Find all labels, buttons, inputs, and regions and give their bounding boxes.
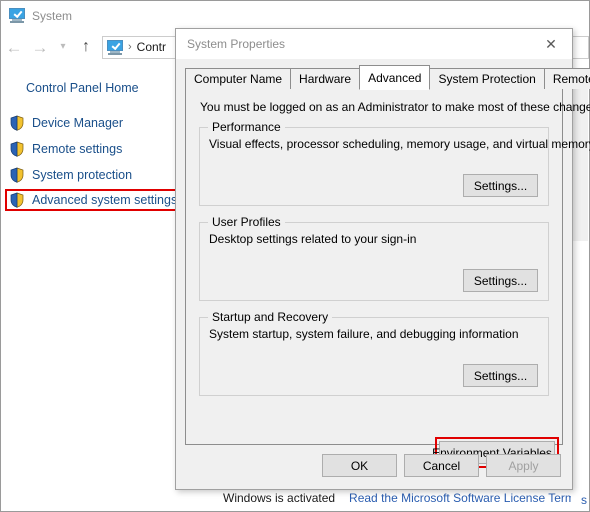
arrow-up-icon[interactable]: ↑ bbox=[73, 33, 99, 61]
sidebar-item-label: Advanced system settings bbox=[32, 193, 178, 207]
tab-hardware[interactable]: Hardware bbox=[290, 68, 361, 89]
administrator-note: You must be logged on as an Administrato… bbox=[200, 100, 590, 114]
user-profiles-group: User Profiles Desktop settings related t… bbox=[199, 215, 549, 301]
left-navigation-pane: Control Panel Home Device Manager Remote… bbox=[1, 69, 193, 511]
sidebar-item-system-protection[interactable]: System protection bbox=[9, 165, 132, 185]
sidebar-item-remote-settings[interactable]: Remote settings bbox=[9, 139, 122, 159]
startup-recovery-settings-button[interactable]: Settings... bbox=[463, 364, 538, 387]
shield-icon bbox=[9, 141, 25, 157]
sidebar-item-label: System protection bbox=[32, 168, 133, 182]
system-window-titlebar: System bbox=[1, 1, 589, 30]
system-window-title: System bbox=[32, 8, 73, 23]
dialog-title: System Properties bbox=[187, 37, 286, 51]
arrow-left-icon[interactable]: ← bbox=[1, 33, 27, 61]
sidebar-item-device-manager[interactable]: Device Manager bbox=[9, 113, 123, 133]
dialog-titlebar: System Properties ✕ bbox=[176, 29, 572, 59]
performance-group-legend: Performance bbox=[208, 120, 285, 134]
startup-recovery-group: Startup and Recovery System startup, sys… bbox=[199, 310, 549, 396]
button-label: Cancel bbox=[422, 458, 461, 473]
system-properties-dialog: System Properties ✕ Computer Name Hardwa… bbox=[175, 28, 590, 490]
performance-description: Visual effects, processor scheduling, me… bbox=[209, 137, 590, 151]
tab-label: System Protection bbox=[438, 72, 536, 86]
tab-label: Advanced bbox=[368, 70, 422, 85]
shield-icon bbox=[9, 167, 25, 183]
arrow-right-icon[interactable]: → bbox=[27, 33, 53, 61]
startup-recovery-description: System startup, system failure, and debu… bbox=[209, 327, 519, 341]
user-profiles-settings-button[interactable]: Settings... bbox=[463, 269, 538, 292]
windows-activation-status: Windows is activated Read the Microsoft … bbox=[193, 489, 571, 507]
tab-advanced[interactable]: Advanced bbox=[359, 65, 431, 90]
monitor-icon bbox=[9, 8, 25, 23]
button-label: Settings... bbox=[473, 178, 528, 193]
tab-computer-name[interactable]: Computer Name bbox=[185, 68, 292, 89]
advanced-tab-panel: You must be logged on as an Administrato… bbox=[185, 89, 590, 445]
cancel-button[interactable]: Cancel bbox=[404, 454, 479, 477]
tab-label: Computer Name bbox=[194, 72, 283, 86]
tab-label: Remote bbox=[552, 72, 590, 86]
startup-recovery-group-legend: Startup and Recovery bbox=[208, 310, 333, 324]
dialog-tab-strip: Computer Name Hardware Advanced System P… bbox=[185, 65, 590, 90]
vertical-scrollbar-thumb[interactable] bbox=[573, 71, 588, 241]
control-panel-home-link[interactable]: Control Panel Home bbox=[26, 81, 139, 95]
address-monitor-icon bbox=[107, 39, 123, 55]
close-icon[interactable]: ✕ bbox=[530, 29, 572, 58]
button-label: Settings... bbox=[473, 273, 528, 288]
user-profiles-description: Desktop settings related to your sign-in bbox=[209, 232, 417, 246]
apply-button: Apply bbox=[486, 454, 561, 477]
performance-settings-button[interactable]: Settings... bbox=[463, 174, 538, 197]
sidebar-item-advanced-system-settings[interactable]: Advanced system settings bbox=[5, 189, 184, 211]
button-label: OK bbox=[350, 458, 369, 473]
tab-remote[interactable]: Remote bbox=[543, 68, 590, 89]
sidebar-item-label: Remote settings bbox=[32, 142, 123, 156]
dialog-footer: OK Cancel Apply bbox=[176, 444, 572, 489]
license-terms-link[interactable]: Read the Microsoft Software License Term… bbox=[349, 491, 571, 505]
breadcrumb-text[interactable]: Contr bbox=[137, 40, 166, 54]
chevron-down-icon[interactable]: ▾ bbox=[53, 33, 73, 61]
license-terms-link-overflow: s bbox=[581, 493, 587, 507]
breadcrumb-separator: › bbox=[128, 41, 132, 53]
tab-label: Hardware bbox=[299, 72, 352, 86]
button-label: Settings... bbox=[473, 368, 528, 383]
ok-button[interactable]: OK bbox=[322, 454, 397, 477]
activation-status-text: Windows is activated bbox=[223, 491, 336, 505]
shield-icon bbox=[9, 115, 25, 131]
tab-system-protection[interactable]: System Protection bbox=[429, 68, 545, 89]
sidebar-item-label: Device Manager bbox=[32, 116, 124, 130]
user-profiles-group-legend: User Profiles bbox=[208, 215, 285, 229]
performance-group: Performance Visual effects, processor sc… bbox=[199, 120, 590, 206]
button-label: Apply bbox=[508, 458, 539, 473]
shield-icon bbox=[9, 192, 25, 208]
